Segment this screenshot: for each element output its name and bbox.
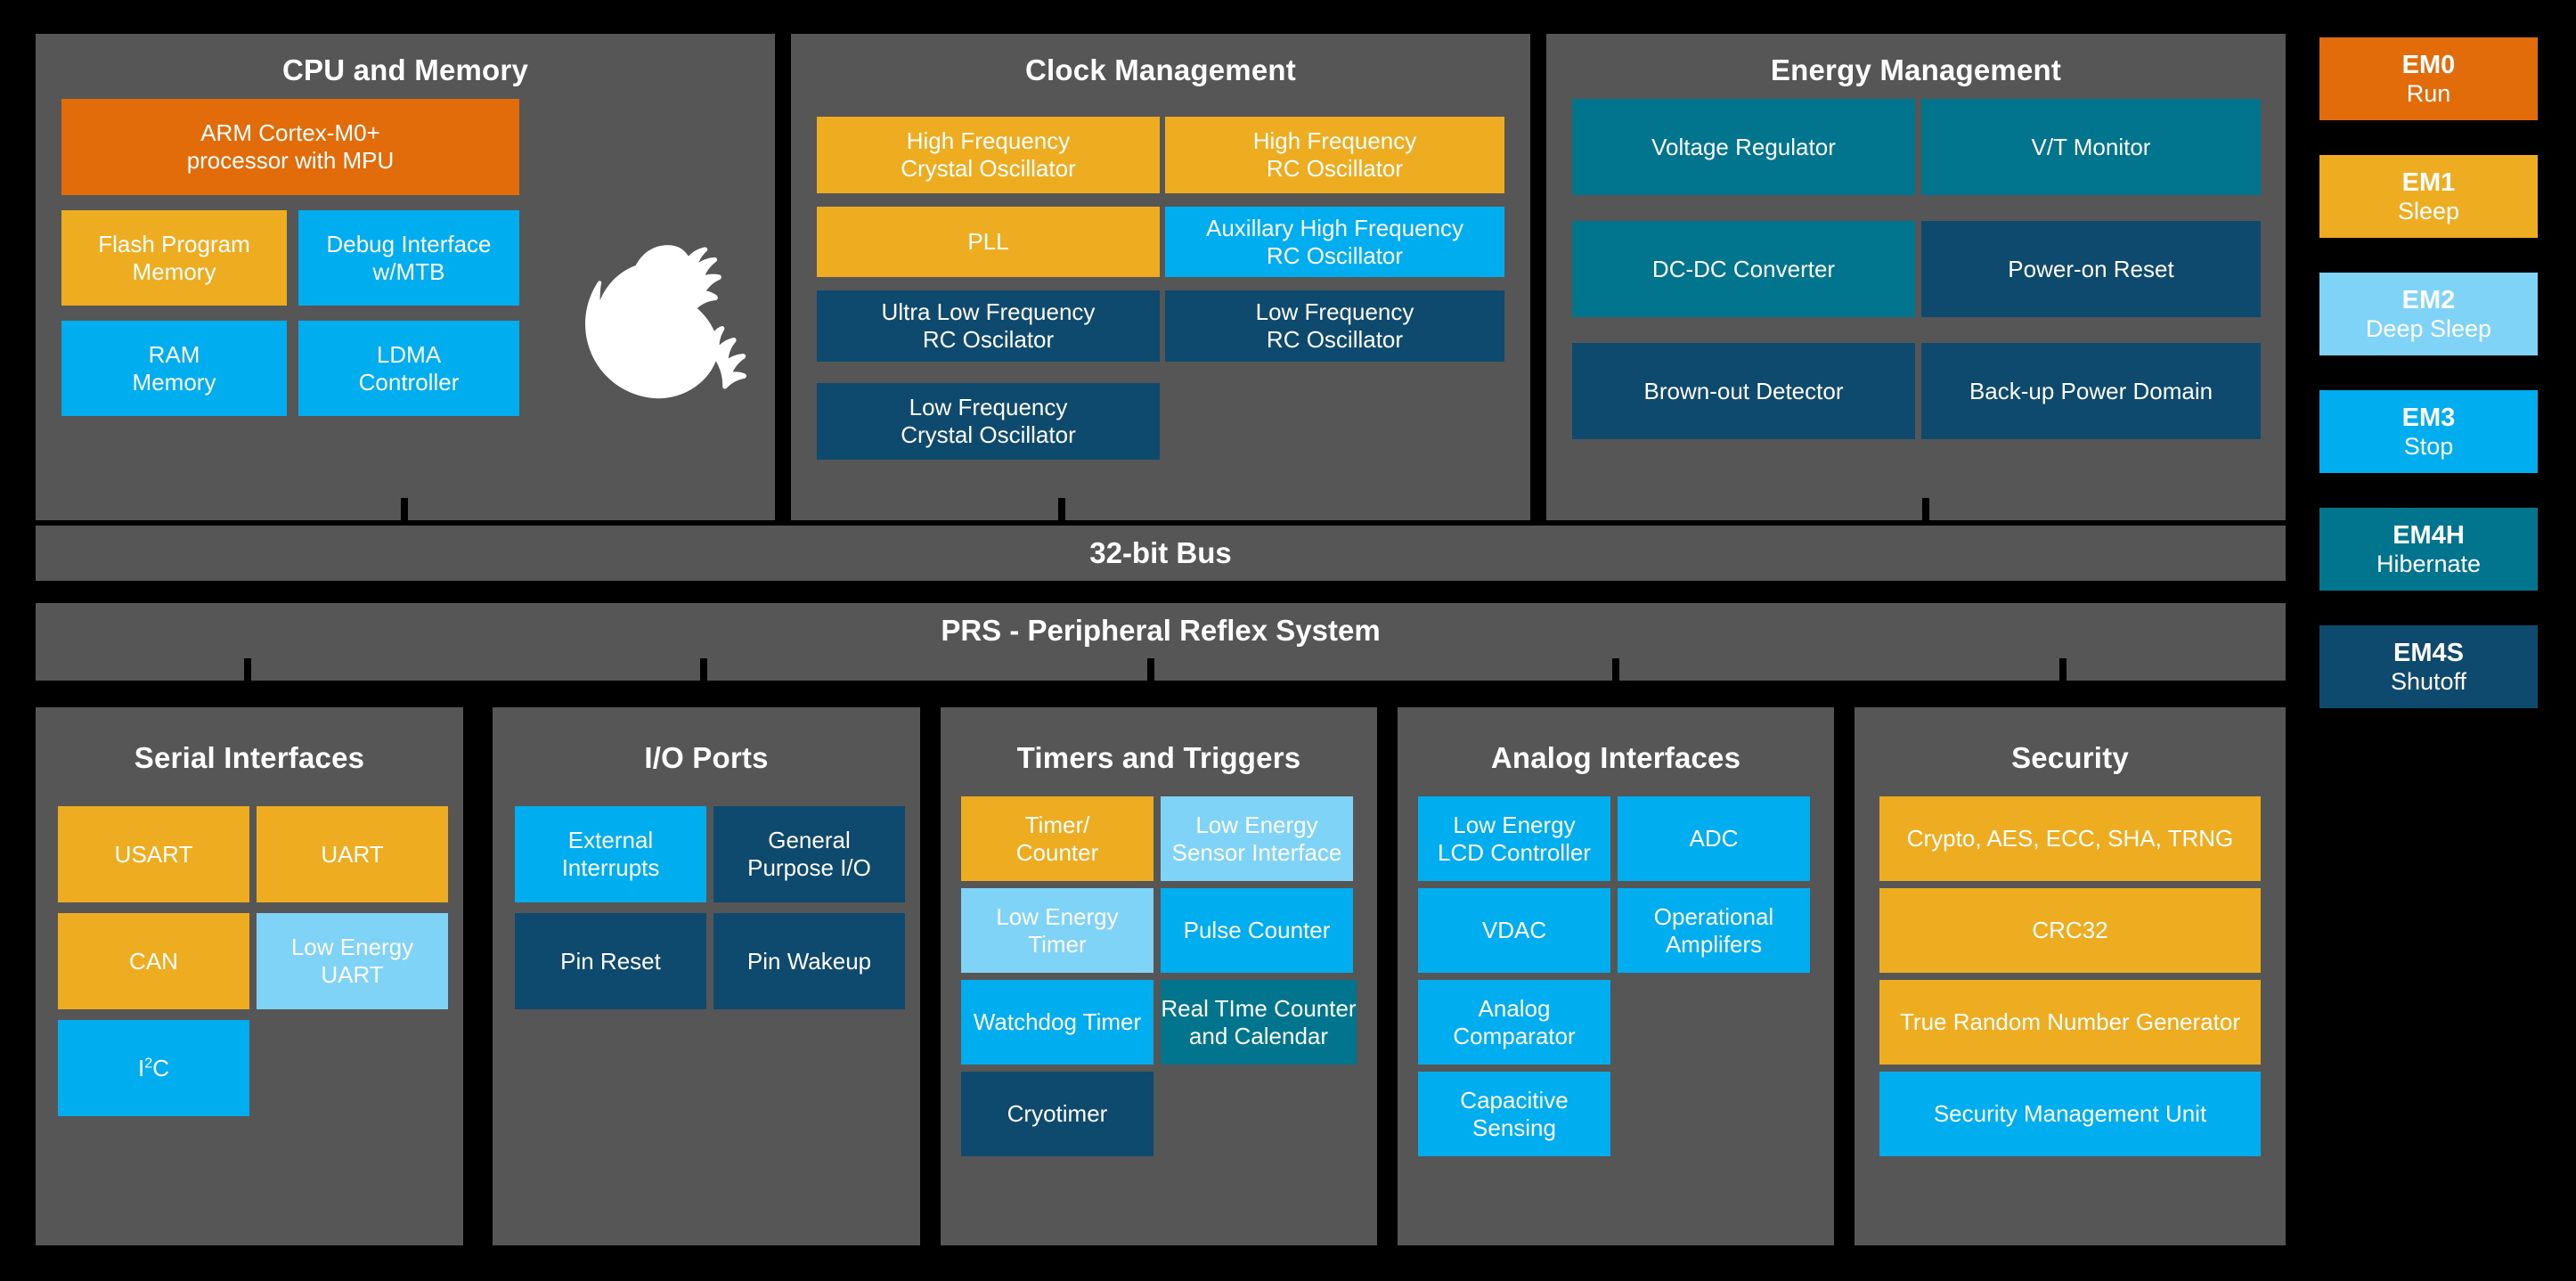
- energy-mode-em4s-name: Shutoff: [2391, 668, 2466, 695]
- panel-serial-interfaces: Serial Interfaces USART UART CAN Low Ene…: [36, 707, 463, 1245]
- bus-stub-energy-right: [1929, 498, 2286, 520]
- block-security-management-unit: Security Management Unit: [1879, 1072, 2261, 1156]
- energy-mode-em2-name: Deep Sleep: [2366, 315, 2491, 342]
- block-debug-interface: Debug Interface w/MTB: [298, 210, 519, 306]
- block-operational-amplifers: Operational Amplifers: [1618, 888, 1810, 973]
- panel-timers-and-triggers: Timers and Triggers Timer/ Counter Low E…: [941, 707, 1377, 1245]
- block-adc: ADC: [1618, 796, 1810, 881]
- block-voltage-regulator: Voltage Regulator: [1572, 99, 1915, 195]
- block-watchdog-timer: Watchdog Timer: [961, 980, 1153, 1065]
- block-cryotimer: Cryotimer: [961, 1072, 1153, 1156]
- block-brown-out-detector: Brown-out Detector: [1572, 343, 1915, 439]
- panel-title-analog-interfaces: Analog Interfaces: [1398, 741, 1834, 775]
- block-ultra-low-frequency-rc-oscilator: Ultra Low Frequency RC Oscilator: [817, 290, 1160, 362]
- bus-32-bit: 32-bit Bus: [36, 526, 2286, 581]
- panel-clock-management: Clock Management High Frequency Crystal …: [791, 34, 1530, 498]
- panel-io-ports: I/O Ports External Interrupts General Pu…: [493, 707, 920, 1245]
- bus-stub-clock-right: [1065, 498, 1530, 520]
- panel-analog-interfaces: Analog Interfaces Low Energy LCD Control…: [1398, 707, 1834, 1245]
- energy-mode-em1-id: EM1: [2402, 168, 2456, 197]
- bus-prs-peripheral-reflex-system: PRS - Peripheral Reflex System: [36, 603, 2286, 658]
- block-high-frequency-rc-oscillator: High Frequency RC Oscillator: [1165, 117, 1504, 193]
- energy-mode-em0: EM0 Run: [2319, 37, 2538, 120]
- panel-title-energy-management: Energy Management: [1546, 53, 2286, 87]
- bus-stub-clock-left: [791, 498, 1058, 520]
- block-flash-program-memory: Flash Program Memory: [61, 210, 287, 306]
- block-pulse-counter: Pulse Counter: [1161, 888, 1353, 973]
- gecko-logo: [549, 237, 754, 433]
- block-low-energy-lcd-controller: Low Energy LCD Controller: [1418, 796, 1610, 881]
- block-true-random-number-generator: True Random Number Generator: [1879, 980, 2261, 1065]
- panel-title-serial-interfaces: Serial Interfaces: [36, 741, 463, 775]
- panel-title-clock-management: Clock Management: [791, 53, 1530, 87]
- block-i2c: I2C: [58, 1020, 249, 1116]
- block-low-frequency-crystal-oscillator: Low Frequency Crystal Oscillator: [817, 383, 1160, 460]
- block-dc-dc-converter: DC-DC Converter: [1572, 221, 1915, 317]
- panel-energy-management: Energy Management Voltage Regulator V/T …: [1546, 34, 2286, 498]
- energy-mode-em0-id: EM0: [2402, 51, 2456, 79]
- block-low-energy-timer: Low Energy Timer: [961, 888, 1153, 973]
- energy-mode-em4s-id: EM4S: [2393, 639, 2464, 667]
- block-usart: USART: [58, 806, 249, 902]
- bus-stub-cpu-right: [408, 498, 775, 520]
- energy-mode-em4s: EM4S Shutoff: [2319, 625, 2538, 708]
- block-crypto-aes-ecc-sha-trng: Crypto, AES, ECC, SHA, TRNG: [1879, 796, 2261, 881]
- energy-mode-em2-id: EM2: [2402, 286, 2456, 314]
- energy-mode-em4h-id: EM4H: [2393, 521, 2465, 550]
- prs-stub-4: [1154, 658, 1612, 681]
- panel-title-cpu-and-memory: CPU and Memory: [36, 53, 775, 87]
- block-back-up-power-domain: Back-up Power Domain: [1921, 343, 2261, 439]
- prs-stub-1: [36, 658, 244, 681]
- block-ldma-controller: LDMA Controller: [298, 321, 519, 416]
- bus-stub-cpu-left: [36, 498, 401, 520]
- block-uart: UART: [257, 806, 448, 902]
- energy-mode-em3-id: EM3: [2402, 404, 2456, 432]
- energy-mode-em3: EM3 Stop: [2319, 390, 2538, 473]
- block-auxillary-high-frequency-rc-oscillator: Auxillary High Frequency RC Oscillator: [1165, 207, 1504, 277]
- energy-mode-em1: EM1 Sleep: [2319, 155, 2538, 238]
- block-general-purpose-io: General Purpose I/O: [713, 806, 905, 902]
- block-crc32: CRC32: [1879, 888, 2261, 973]
- panel-title-timers-and-triggers: Timers and Triggers: [941, 741, 1377, 775]
- panel-title-security: Security: [1855, 741, 2286, 775]
- block-i2c-label: I2C: [138, 1055, 169, 1082]
- energy-mode-em3-name: Stop: [2404, 433, 2454, 460]
- prs-stub-6: [2067, 658, 2286, 681]
- energy-mode-em0-name: Run: [2407, 80, 2451, 107]
- block-real-time-counter-and-calendar: Real TIme Counter and Calendar: [1161, 980, 1357, 1065]
- energy-mode-em4h-name: Hibernate: [2376, 551, 2481, 577]
- block-low-frequency-rc-oscillator: Low Frequency RC Oscillator: [1165, 290, 1504, 362]
- block-low-energy-uart: Low Energy UART: [257, 913, 448, 1009]
- energy-mode-em4h: EM4H Hibernate: [2319, 508, 2538, 591]
- prs-stub-2: [251, 658, 700, 681]
- block-can: CAN: [58, 913, 249, 1009]
- panel-title-io-ports: I/O Ports: [493, 741, 920, 775]
- block-pin-reset: Pin Reset: [515, 913, 706, 1009]
- prs-stub-3: [707, 658, 1147, 681]
- block-analog-comparator: Analog Comparator: [1418, 980, 1610, 1065]
- panel-cpu-and-memory: CPU and Memory ARM Cortex-M0+ processor …: [36, 34, 775, 498]
- block-vt-monitor: V/T Monitor: [1921, 99, 2261, 195]
- block-arm-cortex-m0-processor: ARM Cortex-M0+ processor with MPU: [61, 99, 519, 195]
- block-capacitive-sensing: Capacitive Sensing: [1418, 1072, 1610, 1156]
- block-pin-wakeup: Pin Wakeup: [713, 913, 905, 1009]
- block-timer-counter: Timer/ Counter: [961, 796, 1153, 881]
- bus-stub-energy-left: [1546, 498, 1922, 520]
- block-external-interrupts: External Interrupts: [515, 806, 706, 902]
- block-power-on-reset: Power-on Reset: [1921, 221, 2261, 317]
- block-pll: PLL: [817, 207, 1160, 277]
- block-vdac: VDAC: [1418, 888, 1610, 973]
- prs-stub-5: [1619, 658, 2059, 681]
- panel-security: Security Crypto, AES, ECC, SHA, TRNG CRC…: [1855, 707, 2286, 1245]
- energy-mode-em2: EM2 Deep Sleep: [2319, 273, 2538, 355]
- block-low-energy-sensor-interface: Low Energy Sensor Interface: [1161, 796, 1353, 881]
- block-diagram-canvas: CPU and Memory ARM Cortex-M0+ processor …: [0, 0, 2576, 1281]
- block-ram-memory: RAM Memory: [61, 321, 287, 416]
- energy-mode-em1-name: Sleep: [2398, 198, 2459, 224]
- block-high-frequency-crystal-oscillator: High Frequency Crystal Oscillator: [817, 117, 1160, 193]
